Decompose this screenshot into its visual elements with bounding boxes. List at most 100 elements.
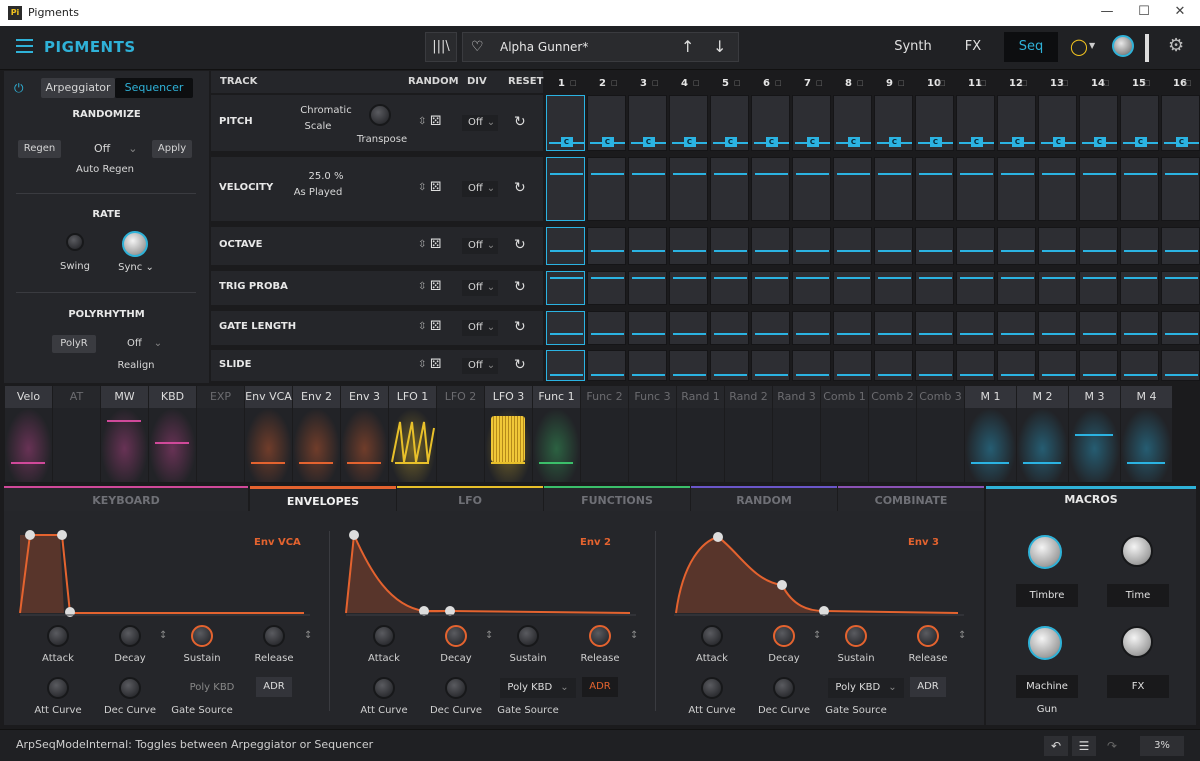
redo-icon[interactable]: ↷ bbox=[1100, 736, 1124, 756]
track-param-primary[interactable]: Chromatic bbox=[291, 105, 361, 116]
mod-source-rand-1[interactable]: Rand 1 bbox=[677, 386, 724, 482]
mod-source-m-1[interactable]: M 1 bbox=[965, 386, 1016, 482]
settings-gear-icon[interactable]: ⚙ bbox=[1168, 35, 1184, 56]
step-cell[interactable]: C bbox=[833, 95, 872, 151]
sustain-knob[interactable] bbox=[517, 625, 539, 647]
lock-icon[interactable]: □ bbox=[1062, 79, 1069, 87]
step-cell[interactable] bbox=[833, 271, 872, 305]
polyr-button[interactable]: PolyR bbox=[52, 335, 96, 353]
step-cell[interactable] bbox=[710, 227, 749, 265]
undo-icon[interactable]: ↶ bbox=[1044, 736, 1068, 756]
step-cell[interactable] bbox=[792, 271, 831, 305]
sync-select[interactable]: Sync ⌄ bbox=[108, 262, 164, 273]
tab-envelopes[interactable]: ENVELOPES bbox=[250, 486, 396, 511]
step-cell[interactable] bbox=[1120, 227, 1159, 265]
step-cell[interactable] bbox=[587, 271, 626, 305]
step-cell[interactable] bbox=[874, 271, 913, 305]
step-cell[interactable] bbox=[833, 311, 872, 345]
tab-seq[interactable]: Seq bbox=[1004, 32, 1058, 62]
step-cell[interactable] bbox=[669, 227, 708, 265]
sync-rate-knob[interactable] bbox=[122, 231, 148, 257]
step-cell[interactable] bbox=[628, 227, 667, 265]
step-cell[interactable] bbox=[915, 227, 954, 265]
track-name[interactable]: GATE LENGTH bbox=[219, 321, 296, 332]
step-cell[interactable] bbox=[1120, 271, 1159, 305]
step-cell[interactable]: C bbox=[792, 95, 831, 151]
step-cell[interactable] bbox=[669, 350, 708, 381]
tab-functions[interactable]: FUNCTIONS bbox=[544, 486, 690, 511]
release-knob[interactable] bbox=[263, 625, 285, 647]
step-cell[interactable] bbox=[956, 157, 995, 221]
step-cell[interactable] bbox=[915, 311, 954, 345]
step-cell[interactable]: C bbox=[915, 95, 954, 151]
dice-icon[interactable]: ⚄ bbox=[430, 279, 441, 294]
step-cell[interactable] bbox=[669, 271, 708, 305]
step-cell[interactable] bbox=[669, 157, 708, 221]
step-cell[interactable] bbox=[956, 350, 995, 381]
step-cell[interactable] bbox=[1120, 350, 1159, 381]
div-select[interactable]: Off ⌄ bbox=[462, 238, 498, 254]
mod-source-exp[interactable]: EXP bbox=[197, 386, 244, 482]
attack-knob[interactable] bbox=[47, 625, 69, 647]
lock-icon[interactable]: □ bbox=[734, 79, 741, 87]
mod-source-m-2[interactable]: M 2 bbox=[1017, 386, 1068, 482]
mod-source-rand-3[interactable]: Rand 3 bbox=[773, 386, 820, 482]
lock-icon[interactable]: □ bbox=[980, 79, 987, 87]
step-cell[interactable]: C bbox=[587, 95, 626, 151]
step-cell[interactable] bbox=[874, 350, 913, 381]
step-cell[interactable] bbox=[587, 227, 626, 265]
step-cell[interactable] bbox=[915, 157, 954, 221]
step-cell[interactable] bbox=[874, 311, 913, 345]
step-cell[interactable] bbox=[546, 227, 585, 265]
lock-icon[interactable]: □ bbox=[1144, 79, 1151, 87]
machine-gun-knob[interactable] bbox=[1028, 626, 1062, 660]
lock-icon[interactable]: □ bbox=[1021, 79, 1028, 87]
track-name[interactable]: SLIDE bbox=[219, 359, 251, 370]
step-cell[interactable] bbox=[1120, 311, 1159, 345]
dec-curve-knob[interactable] bbox=[773, 677, 795, 699]
step-cell[interactable] bbox=[1161, 271, 1200, 305]
envelope-graph[interactable] bbox=[658, 511, 968, 621]
adr-mode-button[interactable]: ADR bbox=[910, 677, 946, 697]
step-cell[interactable] bbox=[792, 157, 831, 221]
dice-icon[interactable]: ⚄ bbox=[430, 357, 441, 372]
reset-icon[interactable]: ↻ bbox=[514, 114, 526, 130]
adr-mode-button[interactable]: ADR bbox=[582, 677, 618, 697]
step-cell[interactable] bbox=[1161, 157, 1200, 221]
attack-knob[interactable] bbox=[701, 625, 723, 647]
tab-fx[interactable]: FX bbox=[955, 32, 991, 62]
preset-name[interactable]: Alpha Gunner* bbox=[500, 40, 588, 54]
step-cell[interactable] bbox=[587, 311, 626, 345]
step-cell[interactable] bbox=[751, 271, 790, 305]
step-cell[interactable] bbox=[628, 157, 667, 221]
step-cell[interactable] bbox=[833, 227, 872, 265]
step-cell[interactable] bbox=[751, 227, 790, 265]
mod-source-lfo-3[interactable]: LFO 3 bbox=[485, 386, 532, 482]
regen-button[interactable]: Regen bbox=[18, 140, 61, 158]
div-select[interactable]: Off ⌄ bbox=[462, 357, 498, 374]
sequencer-button[interactable]: Sequencer bbox=[115, 78, 193, 98]
link-icon[interactable]: ↕ bbox=[630, 630, 638, 641]
step-cell[interactable] bbox=[1079, 350, 1118, 381]
step-cell[interactable] bbox=[833, 157, 872, 221]
tab-keyboard[interactable]: KEYBOARD bbox=[4, 486, 248, 511]
step-cell[interactable] bbox=[587, 350, 626, 381]
master-volume-knob[interactable] bbox=[1112, 35, 1134, 57]
mod-source-m-4[interactable]: M 4 bbox=[1121, 386, 1172, 482]
power-icon[interactable]: ⏻ bbox=[14, 81, 24, 96]
step-cell[interactable] bbox=[751, 157, 790, 221]
step-cell[interactable] bbox=[710, 271, 749, 305]
step-cell[interactable] bbox=[997, 350, 1036, 381]
step-cell[interactable] bbox=[792, 311, 831, 345]
timbre-knob[interactable] bbox=[1028, 535, 1062, 569]
step-cell[interactable] bbox=[669, 311, 708, 345]
att-curve-knob[interactable] bbox=[701, 677, 723, 699]
step-cell[interactable]: C bbox=[1120, 95, 1159, 151]
att-curve-knob[interactable] bbox=[373, 677, 395, 699]
spinner-arrows-icon[interactable]: ⇳ bbox=[418, 321, 426, 332]
mod-source-velo[interactable]: Velo bbox=[5, 386, 52, 482]
minimize-icon[interactable]: — bbox=[1087, 4, 1127, 19]
step-cell[interactable] bbox=[1161, 350, 1200, 381]
step-cell[interactable] bbox=[1079, 157, 1118, 221]
step-cell[interactable] bbox=[792, 227, 831, 265]
